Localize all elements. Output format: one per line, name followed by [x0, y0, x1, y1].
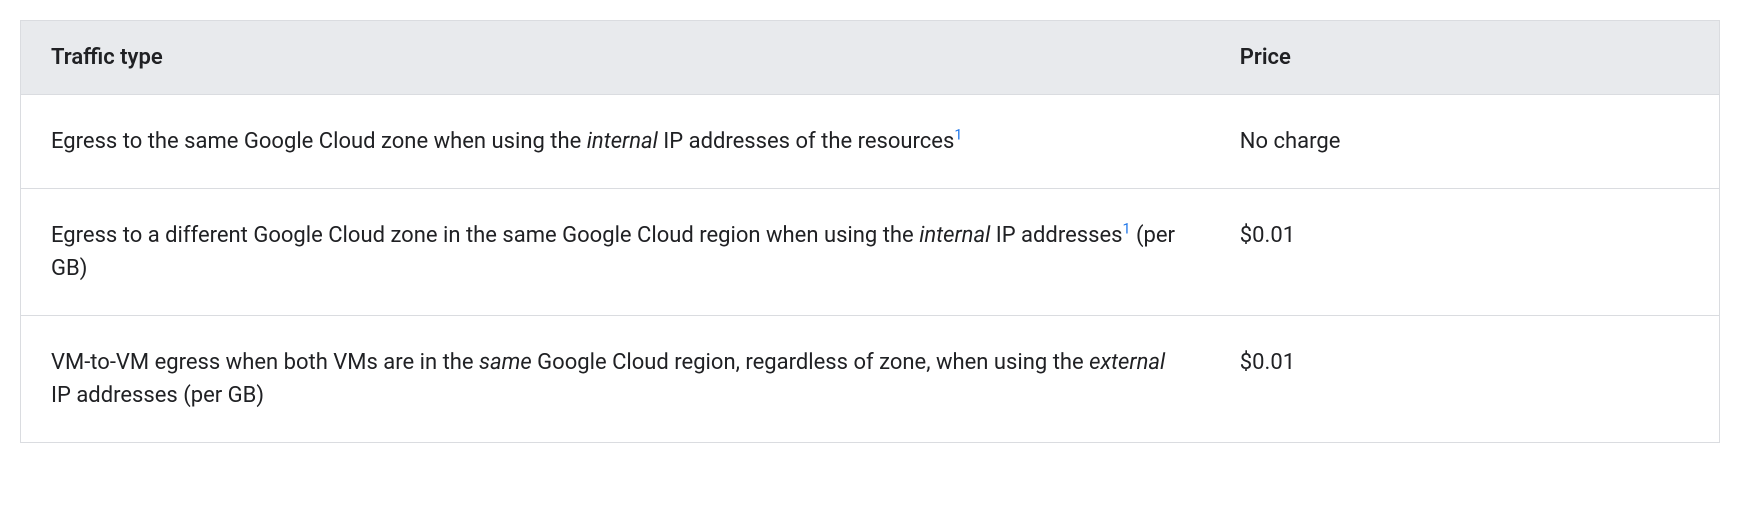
pricing-table: Traffic type Price Egress to the same Go…	[20, 20, 1720, 443]
table-row: VM-to-VM egress when both VMs are in the…	[21, 316, 1720, 443]
traffic-type-cell: Egress to the same Google Cloud zone whe…	[21, 95, 1210, 189]
italic-text: internal	[919, 223, 990, 248]
traffic-type-cell: Egress to a different Google Cloud zone …	[21, 189, 1210, 316]
price-cell: $0.01	[1210, 316, 1720, 443]
price-cell: No charge	[1210, 95, 1720, 189]
header-traffic-type: Traffic type	[21, 21, 1210, 95]
table-row: Egress to the same Google Cloud zone whe…	[21, 95, 1720, 189]
footnote-link[interactable]: 1	[954, 128, 962, 144]
header-price: Price	[1210, 21, 1720, 95]
table-row: Egress to a different Google Cloud zone …	[21, 189, 1720, 316]
italic-text: external	[1089, 350, 1165, 375]
traffic-type-cell: VM-to-VM egress when both VMs are in the…	[21, 316, 1210, 443]
italic-text: same	[479, 350, 532, 375]
price-cell: $0.01	[1210, 189, 1720, 316]
footnote-link[interactable]: 1	[1123, 222, 1131, 238]
italic-text: internal	[587, 129, 658, 154]
